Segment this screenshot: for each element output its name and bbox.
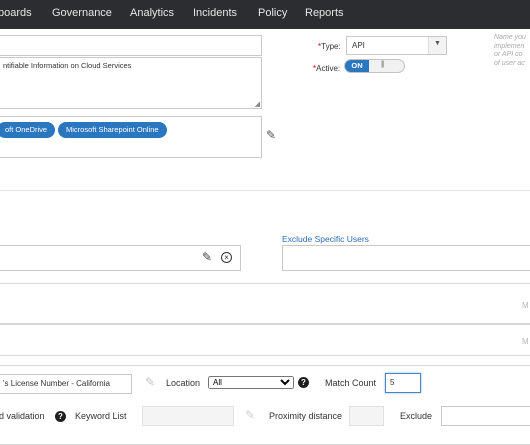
active-label: *Active: [313, 64, 341, 73]
proximity-input[interactable] [349, 406, 384, 426]
proximity-label: Proximity distance [269, 411, 343, 421]
edit-services-pencil-icon[interactable]: ✎ [266, 128, 276, 142]
type-select-toggle[interactable]: ▼ [428, 37, 446, 54]
nav-item-analytics[interactable]: Analytics [130, 7, 174, 19]
match-count-label: Match Count [325, 378, 377, 388]
location-help-icon[interactable]: ? [298, 377, 309, 388]
type-select[interactable]: API ▼ [346, 36, 447, 55]
policy-name-input[interactable] [0, 35, 262, 56]
policy-description-textarea[interactable]: ntifiable Information on Cloud Services … [0, 57, 262, 109]
resize-grip-icon[interactable]: ◢ [255, 100, 260, 108]
service-tag-sharepoint[interactable]: Microsoft Sharepoint Online [58, 122, 167, 138]
validation-help-icon[interactable]: ? [55, 411, 66, 422]
nav-item-incidents[interactable]: Incidents [193, 7, 237, 19]
panel-2-right-label: M [522, 337, 529, 346]
location-label: Location [166, 378, 201, 388]
active-toggle[interactable]: ON ||| [344, 59, 405, 73]
type-select-value: API [352, 41, 365, 50]
section-divider [0, 190, 530, 191]
edit-users-pencil-icon[interactable]: ✎ [202, 250, 212, 264]
clear-users-icon[interactable]: × [221, 252, 232, 263]
description-text: ntifiable Information on Cloud Services [3, 61, 132, 70]
match-count-input[interactable]: 5 [385, 373, 421, 393]
nav-item-governance[interactable]: Governance [52, 7, 112, 19]
exclude-input[interactable] [441, 406, 530, 426]
type-label: *Type: [318, 42, 341, 51]
toggle-grip-icon: ||| [381, 61, 385, 68]
policy-name-hint: Name you implemen or API co of user ac [494, 34, 526, 67]
validation-label: d validation [0, 411, 45, 421]
include-users-box[interactable]: ✎ × [0, 245, 241, 271]
collapsed-panel-1[interactable]: M [0, 283, 530, 324]
location-select[interactable]: All [208, 376, 294, 389]
identifier-input[interactable]: 's License Number - California [0, 374, 132, 394]
service-tag-onedrive[interactable]: oft OneDrive [0, 122, 56, 138]
nav-item-dashboards[interactable]: boards [0, 7, 32, 19]
nav-item-policy[interactable]: Policy [258, 7, 287, 19]
chevron-down-icon: ▼ [434, 40, 441, 47]
cloud-services-box[interactable]: oft OneDrive Microsoft Sharepoint Online [0, 116, 262, 158]
collapsed-panel-2[interactable]: M [0, 324, 530, 356]
nav-item-reports[interactable]: Reports [305, 7, 344, 19]
keyword-list-label: Keyword List [75, 411, 127, 421]
active-toggle-on: ON [345, 60, 369, 72]
exclude-users-box[interactable] [282, 245, 530, 271]
edit-identifier-pencil-icon[interactable]: ✎ [145, 375, 155, 389]
keyword-list-input[interactable] [142, 406, 234, 426]
edit-keyword-pencil-icon[interactable]: ✎ [245, 408, 255, 422]
exclude-label: Exclude [400, 411, 433, 421]
panel-1-right-label: M [522, 301, 529, 310]
top-nav-bar: boards Governance Analytics Incidents Po… [0, 0, 530, 29]
exclude-users-label: Exclude Specific Users [282, 234, 369, 244]
